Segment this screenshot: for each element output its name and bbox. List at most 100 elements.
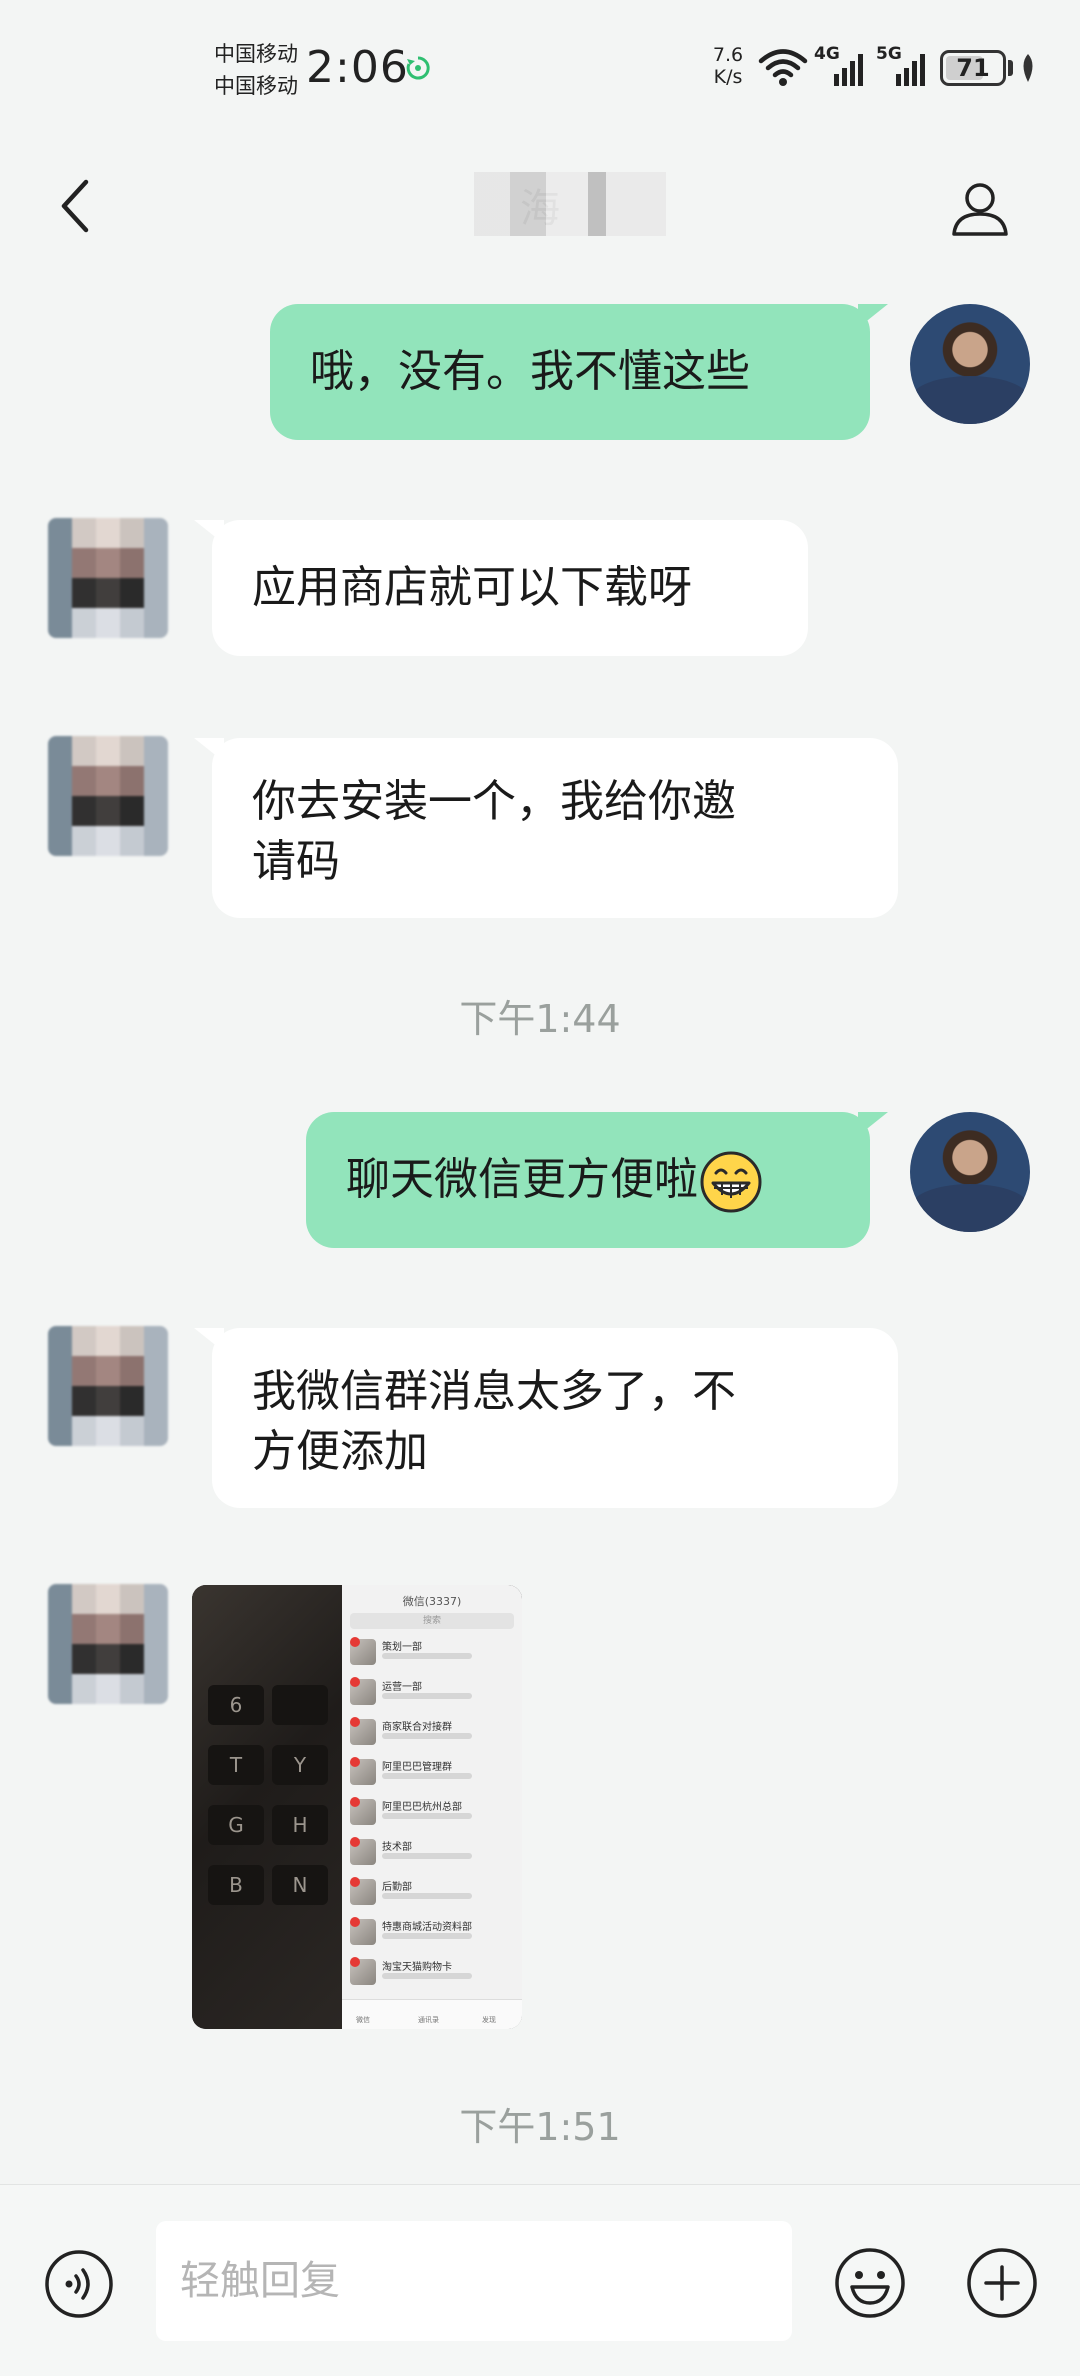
time-separator: 下午1:51 xyxy=(459,2105,621,2149)
photo-chat-row: 特惠商城活动资料部 xyxy=(350,1915,516,1951)
photo-tabbar: 微信 通讯录 发现 xyxy=(342,1999,522,2029)
net-speed-value: 7.6 xyxy=(712,44,744,66)
signal-bars-icon xyxy=(896,54,925,86)
message-text: 哦，没有。我不懂这些 xyxy=(310,346,750,397)
key-row: T Y xyxy=(208,1745,328,1785)
photo-phone-screen: 微信(3337) 搜索 策划一部运营一部商家联合对接群 阿里巴巴管理群 阿里巴巴杭州… xyxy=(342,1585,522,2029)
photo-tab: 微信 xyxy=(356,2016,370,2024)
photo-chat-preview xyxy=(382,1973,472,1979)
key: Y xyxy=(272,1745,328,1785)
unread-dot xyxy=(350,1797,360,1807)
photo-tab: 通讯录 xyxy=(418,2016,439,2024)
photo-keyboard: 6 T Y G H B N xyxy=(192,1585,342,2029)
key-row: B N xyxy=(208,1865,328,1905)
message-text-line: 请码 xyxy=(252,836,340,887)
photo-chat-name: 商家联合对接群 xyxy=(382,1722,452,1733)
battery-nub xyxy=(1008,60,1013,76)
photo-chat-name: 阿里巴巴杭州总部 xyxy=(382,1802,462,1813)
photo-chat-row: 淘宝天猫购物卡 xyxy=(350,1955,516,1991)
key: T xyxy=(208,1745,264,1785)
contact-avatar[interactable] xyxy=(48,1326,168,1446)
photo-chat-name: 阿里巴巴管理群 xyxy=(382,1762,452,1773)
person-icon[interactable] xyxy=(948,176,1012,240)
status-bar: 中国移动 中国移动 2:06 7.6 K/s 4G 5G 71 xyxy=(0,0,1080,130)
chat-header: 海 xyxy=(0,130,1080,280)
sync-icon xyxy=(406,56,430,80)
photo-chat-row: 阿里巴巴杭州总部 xyxy=(350,1795,516,1831)
photo-chat-row: 策划一部 xyxy=(350,1635,516,1671)
status-time: 2:06 xyxy=(306,42,409,93)
my-avatar[interactable] xyxy=(910,304,1030,424)
photo-chat-preview xyxy=(382,1733,472,1739)
battery-icon: 71 xyxy=(940,50,1006,86)
photo-chat-preview xyxy=(382,1653,472,1659)
contact-avatar[interactable] xyxy=(48,518,168,638)
photo-chat-row: 后勤部 xyxy=(350,1875,516,1911)
photo-chat-name: 特惠商城活动资料部 xyxy=(382,1922,472,1933)
leaf-icon xyxy=(1023,54,1033,82)
battery-level: 71 xyxy=(956,54,990,82)
photo-chat-row: 商家联合对接群 xyxy=(350,1715,516,1751)
unread-dot xyxy=(350,1837,360,1847)
photo-chat-name: 后勤部 xyxy=(382,1882,412,1893)
photo-chat-preview xyxy=(382,1933,472,1939)
time-separator: 下午1:44 xyxy=(459,997,621,1041)
unread-dot xyxy=(350,1637,360,1647)
carrier-2: 中国移动 xyxy=(214,74,298,98)
wifi-icon xyxy=(758,49,808,86)
photo-tab: 发现 xyxy=(482,2016,496,2024)
my-avatar[interactable] xyxy=(910,1112,1030,1232)
message-text-line: 你去安装一个，我给你邀 xyxy=(252,776,736,827)
message-bubble[interactable]: 应用商店就可以下载呀 xyxy=(194,520,808,656)
net-speed: 7.6 K/s xyxy=(708,44,748,88)
voice-icon[interactable] xyxy=(44,2249,114,2319)
carrier-labels: 中国移动 中国移动 xyxy=(214,38,298,102)
unread-dot xyxy=(350,1677,360,1687)
contact-avatar[interactable] xyxy=(48,1584,168,1704)
photo-chat-row: 阿里巴巴管理群 xyxy=(350,1755,516,1791)
unread-dot xyxy=(350,1757,360,1767)
photo-chat-preview xyxy=(382,1813,472,1819)
photo-screen-title: 微信(3337) xyxy=(402,1595,462,1608)
photo-chat-preview xyxy=(382,1893,472,1899)
title-mosaic xyxy=(420,172,720,236)
key xyxy=(272,1685,328,1725)
message-text-line: 我微信群消息太多了，不 xyxy=(252,1366,736,1417)
key: N xyxy=(272,1865,328,1905)
photo-chat-preview xyxy=(382,1693,472,1699)
photo-chat-preview xyxy=(382,1853,472,1859)
grinning-face-icon xyxy=(700,1151,762,1213)
plus-circle-icon[interactable] xyxy=(966,2247,1038,2319)
cellular-signal-2: 5G xyxy=(876,44,928,88)
key: B xyxy=(208,1865,264,1905)
photo-chat-name: 策划一部 xyxy=(382,1642,422,1653)
key-row: G H xyxy=(208,1805,328,1845)
photo-chat-name: 运营一部 xyxy=(382,1682,422,1693)
reply-input[interactable] xyxy=(156,2221,792,2341)
cellular-signal-1: 4G xyxy=(814,44,866,88)
image-message[interactable]: 6 T Y G H B N 微信(3337) 搜索 策划一部 运营一部 商家联合… xyxy=(192,1585,522,2029)
message-text: 应用商店就可以下载呀 xyxy=(252,562,692,613)
message-bubble[interactable]: 我微信群消息太多了，不 方便添加 xyxy=(194,1328,898,1508)
unread-dot xyxy=(350,1877,360,1887)
photo-chat-row: 运营一部 xyxy=(350,1675,516,1711)
photo-chat-row: 技术部 xyxy=(350,1835,516,1871)
key: H xyxy=(272,1805,328,1845)
photo-chat-preview xyxy=(382,1773,472,1779)
unread-dot xyxy=(350,1717,360,1727)
message-bubble[interactable]: 你去安装一个，我给你邀 请码 xyxy=(194,738,898,918)
key: G xyxy=(208,1805,264,1845)
carrier-1: 中国移动 xyxy=(214,42,298,66)
message-text: 聊天微信更方便啦 xyxy=(346,1154,698,1205)
message-list[interactable]: 哦，没有。我不懂这些 应用商店就可以下载呀 你去安装一个，我给你邀 请码 下午1… xyxy=(0,280,1080,2180)
message-bubble[interactable]: 聊天微信更方便啦 xyxy=(306,1112,888,1248)
photo-chat-name: 淘宝天猫购物卡 xyxy=(382,1962,452,1973)
unread-dot xyxy=(350,1957,360,1967)
chat-screen: 中国移动 中国移动 2:06 7.6 K/s 4G 5G 71 哦，没有。我不懂… xyxy=(0,0,1080,2376)
contact-avatar[interactable] xyxy=(48,736,168,856)
message-bubble[interactable]: 哦，没有。我不懂这些 xyxy=(270,304,888,440)
photo-screen-search: 搜索 xyxy=(350,1613,514,1629)
input-bar xyxy=(0,2184,1080,2376)
smiley-icon[interactable] xyxy=(834,2247,906,2319)
net-speed-unit: K/s xyxy=(713,66,743,88)
